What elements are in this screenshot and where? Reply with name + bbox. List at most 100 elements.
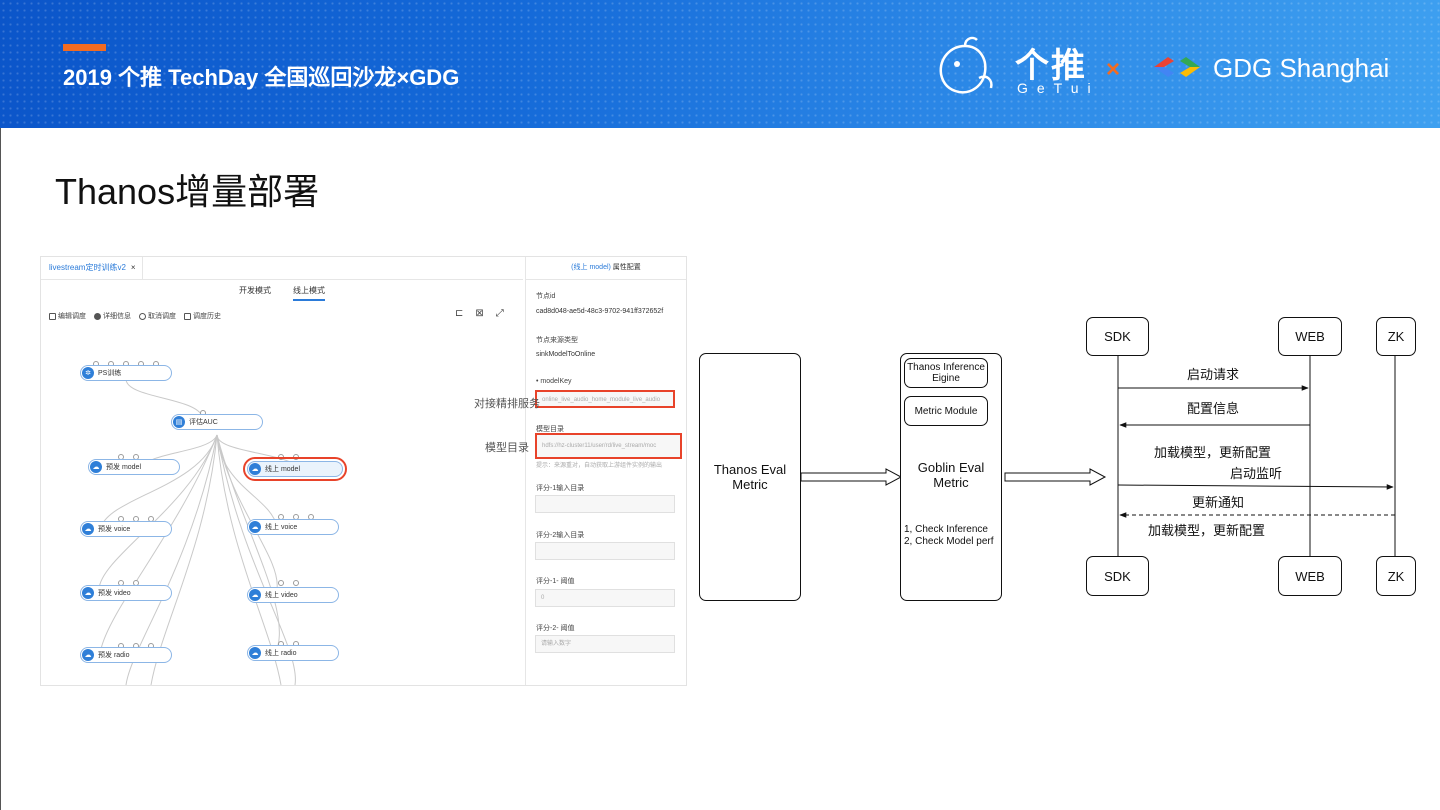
ps-node-icon: ✲ xyxy=(82,367,94,379)
tab-online-mode[interactable]: 线上模式 xyxy=(293,285,325,301)
eval-node-icon: ▤ xyxy=(173,416,185,428)
score1-threshold-input[interactable]: 0 xyxy=(535,589,675,607)
node-label: 预发 model xyxy=(106,464,142,471)
tab-dev-mode[interactable]: 开发模式 xyxy=(239,285,271,296)
edit-schedule-button[interactable]: 编辑调度 xyxy=(49,309,86,323)
cloud-icon: ☁ xyxy=(249,589,261,601)
cloud-icon: ☁ xyxy=(90,461,102,473)
node-pre-radio[interactable]: ☁ 预发 radio xyxy=(80,647,172,663)
node-pre-voice[interactable]: ☁ 预发 voice xyxy=(80,521,172,537)
msg-update-notice: 更新通知 xyxy=(1192,495,1245,510)
properties-header: (线上 model) 属性配置 xyxy=(526,257,686,280)
history-icon xyxy=(184,312,191,320)
cancel-icon xyxy=(139,312,146,320)
accent-bar xyxy=(63,44,106,51)
cancel-schedule-label: 取消调度 xyxy=(148,313,176,320)
cloud-icon: ☁ xyxy=(82,523,94,535)
tab-bar: livestream定时训练v2 × xyxy=(41,257,523,280)
node-label: 线上 radio xyxy=(265,650,297,657)
source-type-value: sinkModelToOnline xyxy=(536,351,596,358)
node-label: 预发 voice xyxy=(98,526,131,533)
sdk-actor-top: SDK xyxy=(1086,317,1149,356)
score2-dir-label: 评分-2输入目录 xyxy=(536,532,585,539)
web-actor-bottom: WEB xyxy=(1278,556,1342,596)
gdg-logo-icon xyxy=(1154,57,1200,77)
node-online-model[interactable]: ☁ 线上 model xyxy=(243,457,347,481)
node-online-video[interactable]: ☁ 线上 video xyxy=(247,587,339,603)
toolbar: 编辑调度 详细信息 取消调度 调度历史 xyxy=(49,309,221,323)
event-title: 2019 个推 TechDay 全国巡回沙龙×GDG xyxy=(63,65,460,90)
cross-mark: × xyxy=(1106,56,1121,83)
cloud-icon: ☁ xyxy=(82,587,94,599)
header-banner: 2019 个推 TechDay 全国巡回沙龙×GDG 个推 GeTui × GD… xyxy=(0,0,1440,128)
properties-title: 属性配置 xyxy=(610,264,641,271)
zk-actor-bottom: ZK xyxy=(1376,556,1416,596)
node-online-radio[interactable]: ☁ 线上 radio xyxy=(247,645,339,661)
node-pre-model[interactable]: ☁ 预发 model xyxy=(88,459,180,475)
zk-actor-top: ZK xyxy=(1376,317,1416,356)
node-pre-video[interactable]: ☁ 预发 video xyxy=(80,585,172,601)
model-key-input[interactable]: online_live_audio_home_module_live_audio xyxy=(535,390,675,408)
page-title: Thanos增量部署 xyxy=(55,171,320,212)
info-icon xyxy=(94,312,101,320)
schedule-history-label: 调度历史 xyxy=(193,313,221,320)
cloud-icon: ☁ xyxy=(249,463,261,475)
model-dir-annotation: 模型目录 xyxy=(485,442,529,454)
node-label: 线上 video xyxy=(265,592,298,599)
score1-dir-label: 评分-1输入目录 xyxy=(536,485,585,492)
check-inference-text: 1, Check Inference xyxy=(904,524,988,535)
schedule-history-button[interactable]: 调度历史 xyxy=(184,309,221,323)
msg-config-info: 配置信息 xyxy=(1187,401,1240,416)
selected-node-name: (线上 model) xyxy=(571,264,611,271)
canvas-tools: ⊏ ⊠ ⤢ xyxy=(455,308,504,319)
source-type-label: 节点来源类型 xyxy=(536,337,578,344)
score1-threshold-label: 评分-1- 阈值 xyxy=(536,578,575,585)
getui-subtitle: GeTui xyxy=(1017,80,1100,96)
node-online-voice[interactable]: ☁ 线上 voice xyxy=(247,519,339,535)
node-label: 预发 radio xyxy=(98,652,130,659)
close-icon[interactable]: × xyxy=(131,263,136,272)
node-label: PS训练 xyxy=(98,370,122,377)
fit-icon[interactable]: ⊠ xyxy=(475,308,483,319)
properties-panel: (线上 model) 属性配置 节点id cad8d048-ae5d-48c3-… xyxy=(525,257,686,685)
details-button[interactable]: 详细信息 xyxy=(94,309,131,323)
edit-schedule-label: 编辑调度 xyxy=(58,313,86,320)
score2-dir-input[interactable] xyxy=(535,542,675,560)
score1-dir-input[interactable] xyxy=(535,495,675,513)
gdg-shanghai-label: GDG Shanghai xyxy=(1213,53,1390,83)
cloud-icon: ☁ xyxy=(249,647,261,659)
sdk-actor-bottom: SDK xyxy=(1086,556,1149,596)
thanos-inference-box: Thanos Inference Eigine xyxy=(904,358,988,388)
cloud-icon: ☁ xyxy=(249,521,261,533)
tab-livestream[interactable]: livestream定时训练v2 × xyxy=(43,257,143,279)
node-id-value: cad8d048-ae5d-48c3-9702-941ff372652f xyxy=(536,308,664,315)
msg-start-listen: 启动监听 xyxy=(1230,466,1283,481)
edit-icon xyxy=(49,312,56,320)
slide-left-border xyxy=(0,128,1,810)
node-id-label: 节点id xyxy=(536,293,556,300)
node-ps-training[interactable]: ✲ PS训练 xyxy=(80,365,172,381)
msg-load-model: 加载模型，更新配置 xyxy=(1154,445,1272,460)
fullscreen-icon[interactable]: ⤢ xyxy=(496,308,504,319)
node-label: 评估AUC xyxy=(189,419,218,426)
workflow-app-screenshot: livestream定时训练v2 × 开发模式 线上模式 编辑调度 详细信息 取消… xyxy=(40,256,687,686)
goblin-eval-label: Goblin Eval Metric xyxy=(917,460,985,490)
metric-module-box: Metric Module xyxy=(904,396,988,426)
web-actor-top: WEB xyxy=(1278,317,1342,356)
cancel-schedule-button[interactable]: 取消调度 xyxy=(139,309,176,323)
node-label: 线上 model xyxy=(265,466,301,473)
details-label: 详细信息 xyxy=(103,313,131,320)
crop-icon[interactable]: ⊏ xyxy=(455,308,463,319)
tab-label: livestream定时训练v2 xyxy=(49,263,126,272)
check-model-perf-text: 2, Check Model perf xyxy=(904,536,994,547)
model-dir-input[interactable]: hdfs://hz-cluster11/user/rd/live_stream/… xyxy=(535,433,682,459)
workflow-canvas[interactable]: ✲ PS训练 ▤ 评估AUC ☁ 预发 model ☁ 线上 model ☁ 预发 voi… xyxy=(41,327,523,685)
score2-threshold-input[interactable]: 请输入数字 xyxy=(535,635,675,653)
deployment-diagram: Thanos Eval Metric Thanos Inference Eigi… xyxy=(690,300,1430,620)
msg-start-request: 启动请求 xyxy=(1187,367,1240,382)
sort-service-annotation: 对接精排服务 xyxy=(474,398,540,410)
node-eval-auc[interactable]: ▤ 评估AUC xyxy=(171,414,263,430)
node-label: 预发 video xyxy=(98,590,131,597)
model-dir-hint: 提示：来源重对，自动获取上游组件实例的输出 xyxy=(536,463,663,469)
score2-threshold-label: 评分-2- 阈值 xyxy=(536,625,575,632)
